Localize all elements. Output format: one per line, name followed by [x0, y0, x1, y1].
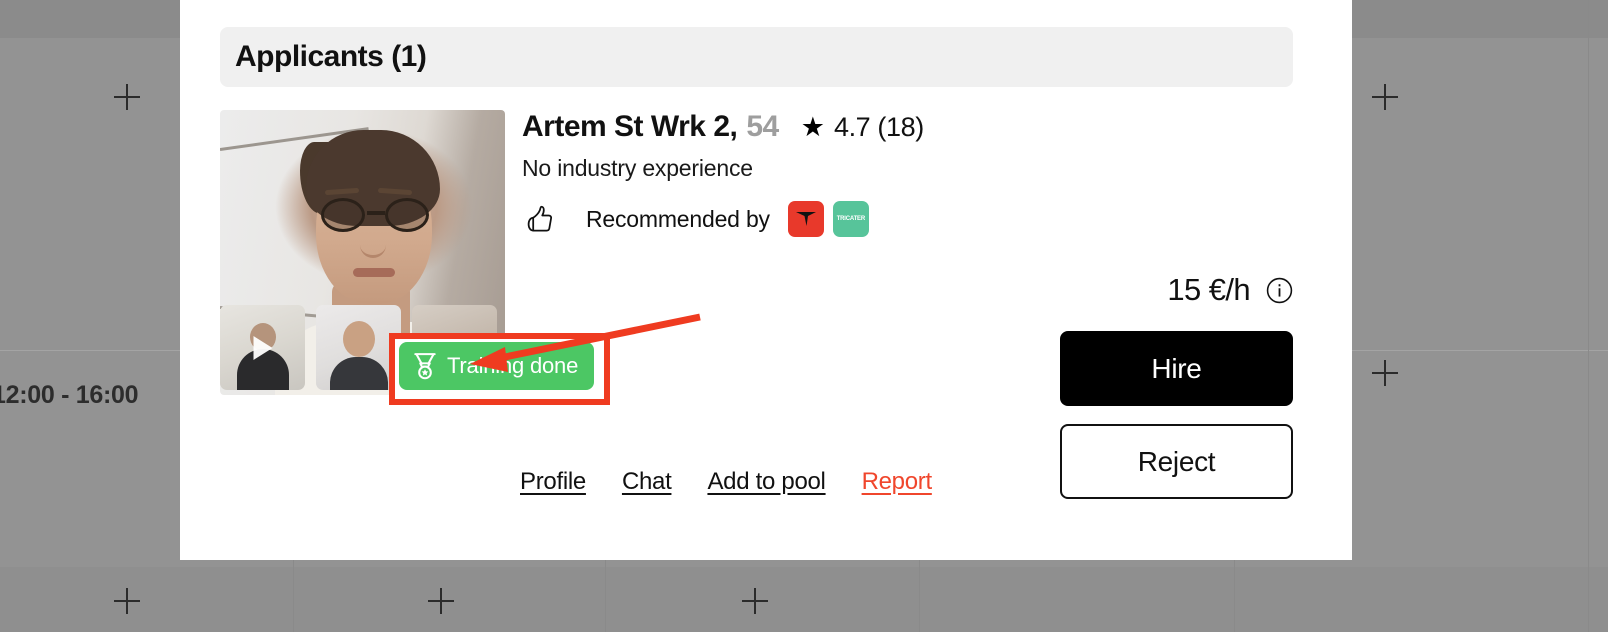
- candidate-rating: 4.7 (18): [833, 112, 924, 142]
- candidate-action-links: Profile Chat Add to pool Report: [520, 468, 932, 496]
- hire-button[interactable]: Hire: [1060, 331, 1293, 406]
- recommended-row: Recommended by TRICATER: [522, 201, 924, 237]
- recommended-label: Recommended by: [586, 205, 770, 232]
- red-company-badge[interactable]: [787, 201, 824, 237]
- chat-link[interactable]: Chat: [622, 468, 672, 496]
- green-company-badge-label: TRICATER: [836, 215, 865, 223]
- add-to-pool-link[interactable]: Add to pool: [707, 468, 825, 496]
- calendar-column-divider: [1588, 0, 1589, 632]
- reject-button[interactable]: Reject: [1060, 424, 1293, 499]
- calendar-time-label: 12:00 - 16:00: [0, 381, 139, 409]
- photo-mouth: [353, 268, 395, 277]
- plus-icon[interactable]: [114, 84, 140, 110]
- star-icon: ★: [800, 112, 825, 142]
- profile-link[interactable]: Profile: [520, 468, 586, 496]
- plus-icon[interactable]: [428, 588, 454, 614]
- rate-row: 15 €/h: [1060, 272, 1293, 308]
- report-link[interactable]: Report: [862, 468, 933, 496]
- training-done-label: Training done: [447, 353, 579, 378]
- play-icon[interactable]: [253, 335, 272, 360]
- green-company-badge[interactable]: TRICATER: [832, 201, 869, 237]
- plus-icon[interactable]: [742, 588, 768, 614]
- plus-icon[interactable]: [1372, 84, 1398, 110]
- candidate-name: Artem St Wrk 2,: [522, 110, 738, 143]
- candidate-name-row: Artem St Wrk 2, 54 ★ 4.7 (18): [522, 110, 924, 144]
- company-logo-icon: [795, 212, 816, 226]
- hourly-rate: 15 €/h: [1167, 272, 1250, 307]
- photo-nose: [360, 232, 386, 258]
- applicants-header: Applicants (1): [220, 27, 1293, 87]
- candidate-info: Artem St Wrk 2, 54 ★ 4.7 (18) No industr…: [522, 110, 924, 237]
- plus-icon[interactable]: [114, 588, 140, 614]
- info-icon[interactable]: [1266, 277, 1293, 304]
- applicants-modal: Applicants (1) Training done Artem St Wr…: [180, 0, 1352, 560]
- recommender-badges: TRICATER: [787, 201, 869, 237]
- medal-icon: [414, 353, 436, 380]
- page-title: Applicants (1): [235, 40, 427, 73]
- training-done-badge: Training done: [399, 342, 595, 390]
- thumbnail-video[interactable]: [220, 305, 305, 390]
- thumbs-up-icon: [527, 205, 553, 231]
- calendar-bottom-band: [0, 567, 1608, 632]
- candidate-experience: No industry experience: [522, 155, 753, 181]
- plus-icon[interactable]: [1372, 360, 1398, 386]
- screen-root: 12:00 - 16:00 Applicants (1) Training do…: [0, 0, 1608, 632]
- glasses-icon: [319, 198, 431, 232]
- candidate-age: 54: [746, 110, 779, 143]
